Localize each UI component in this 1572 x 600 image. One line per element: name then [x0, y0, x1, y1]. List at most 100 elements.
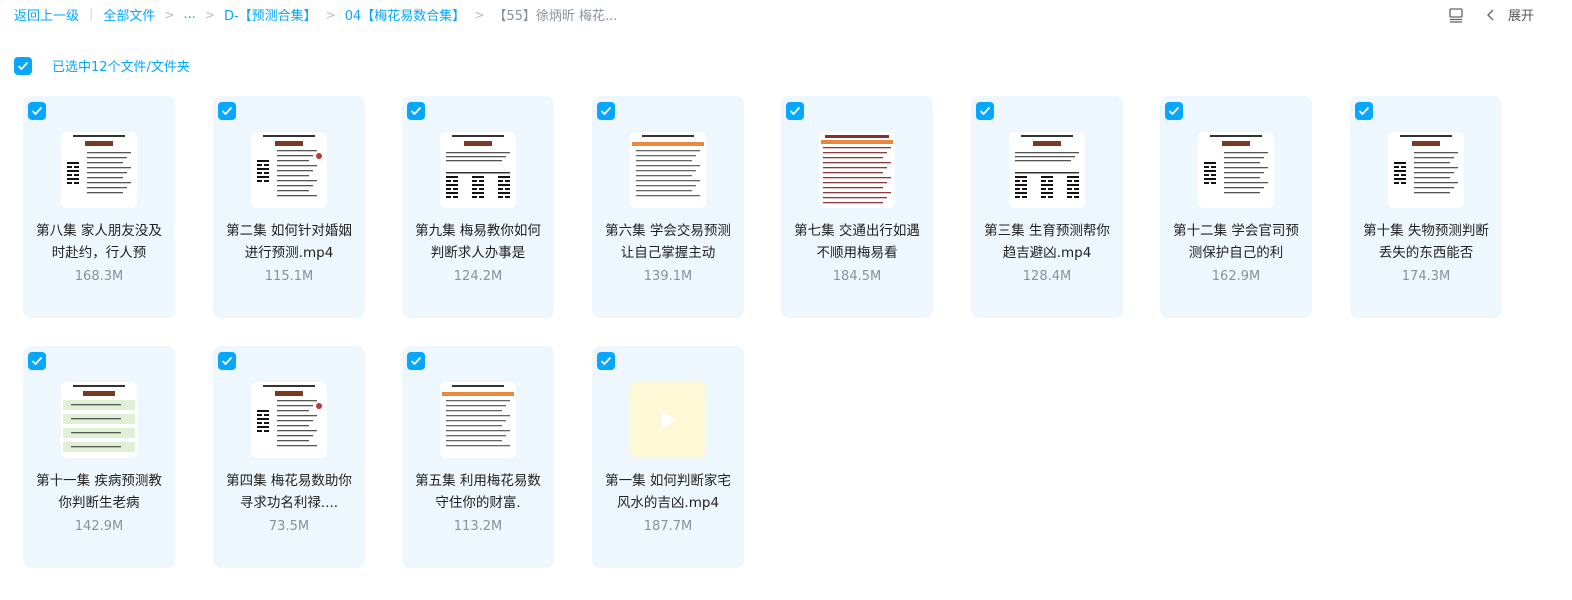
- divider: |: [89, 7, 94, 22]
- check-icon: [979, 106, 991, 116]
- document-preview-icon: [446, 135, 510, 198]
- document-preview-icon: [821, 135, 893, 204]
- file-checkbox[interactable]: [218, 352, 236, 370]
- file-card[interactable]: 第七集 交通出行如遇不顺用梅易看 184.5M: [781, 96, 933, 318]
- file-name: 第三集 生育预测帮你趋吉避凶.mp4: [984, 223, 1110, 261]
- file-thumbnail: [251, 132, 327, 208]
- file-checkbox[interactable]: [218, 102, 236, 120]
- file-checkbox[interactable]: [786, 102, 804, 120]
- file-thumbnail: [61, 382, 137, 458]
- select-all-checkbox[interactable]: [14, 56, 32, 75]
- document-preview-icon: [1204, 135, 1268, 194]
- breadcrumb: 返回上一级 | 全部文件 > ... > D-【预测合集】 > 04【梅花易数合…: [14, 5, 617, 24]
- document-preview-icon: [1015, 135, 1079, 198]
- check-icon: [1168, 106, 1180, 116]
- expand-label: 展开: [1507, 9, 1534, 24]
- file-thumbnail: [819, 132, 895, 208]
- chevron-left-icon: [1486, 9, 1494, 20]
- file-card[interactable]: 第十集 失物预测判断丢失的东西能否 174.3M: [1350, 96, 1502, 318]
- check-icon: [1358, 106, 1370, 116]
- view-toggle-icon[interactable]: [1448, 7, 1464, 23]
- file-name: 第十二集 学会官司预测保护自己的利: [1173, 223, 1299, 261]
- file-thumbnail: [440, 382, 516, 458]
- file-checkbox[interactable]: [976, 102, 994, 120]
- file-checkbox[interactable]: [597, 102, 615, 120]
- breadcrumb-folder-predict[interactable]: D-【预测合集】: [224, 5, 317, 24]
- file-size: 174.3M: [1401, 269, 1451, 284]
- chevron-right-icon: >: [204, 7, 215, 22]
- file-card[interactable]: 第一集 如何判断家宅风水的吉凶.mp4 187.7M: [592, 346, 744, 568]
- file-thumbnail: [1198, 132, 1274, 208]
- file-size: 187.7M: [643, 519, 693, 534]
- file-thumbnail: [1009, 132, 1085, 208]
- file-checkbox[interactable]: [1165, 102, 1183, 120]
- file-checkbox[interactable]: [28, 102, 46, 120]
- chevron-right-icon: >: [325, 7, 336, 22]
- check-icon: [31, 106, 43, 116]
- check-icon: [789, 106, 801, 116]
- chevron-right-icon: >: [164, 7, 175, 22]
- file-thumbnail: [251, 382, 327, 458]
- file-size: 162.9M: [1211, 269, 1261, 284]
- file-size: 168.3M: [74, 269, 124, 284]
- file-card[interactable]: 第五集 利用梅花易数守住你的财富. 113.2M: [402, 346, 554, 568]
- video-thumbnail: [630, 382, 706, 458]
- check-icon: [600, 106, 612, 116]
- file-size: 184.5M: [832, 269, 882, 284]
- file-checkbox[interactable]: [407, 352, 425, 370]
- document-preview-icon: [257, 135, 322, 197]
- breadcrumb-folder-meihua[interactable]: 04【梅花易数合集】: [345, 5, 466, 24]
- file-name: 第十一集 疾病预测教你判断生老病: [36, 473, 162, 511]
- file-thumbnail: [1388, 132, 1464, 208]
- file-name: 第四集 梅花易数助你寻求功名利禄....: [226, 473, 352, 511]
- breadcrumb-ellipsis[interactable]: ...: [183, 7, 195, 22]
- file-thumbnail: [61, 132, 137, 208]
- check-icon: [221, 106, 233, 116]
- file-size: 113.2M: [453, 519, 503, 534]
- check-icon: [410, 356, 422, 366]
- file-name: 第九集 梅易教你如何判断求人办事是: [415, 223, 541, 261]
- file-card[interactable]: 第四集 梅花易数助你寻求功名利禄.... 73.5M: [213, 346, 365, 568]
- top-bar: 返回上一级 | 全部文件 > ... > D-【预测合集】 > 04【梅花易数合…: [0, 0, 1572, 30]
- top-right-tools: 展开: [1448, 5, 1534, 24]
- file-name: 第十集 失物预测判断丢失的东西能否: [1363, 223, 1489, 261]
- file-checkbox[interactable]: [1355, 102, 1373, 120]
- play-icon: [662, 412, 676, 428]
- file-checkbox[interactable]: [597, 352, 615, 370]
- file-name: 第七集 交通出行如遇不顺用梅易看: [794, 223, 920, 261]
- file-size: 115.1M: [264, 269, 314, 284]
- check-icon: [31, 356, 43, 366]
- selection-bar: 已选中12个文件/文件夹: [14, 56, 190, 75]
- file-checkbox[interactable]: [407, 102, 425, 120]
- document-preview-icon: [632, 135, 704, 197]
- file-card[interactable]: 第三集 生育预测帮你趋吉避凶.mp4 128.4M: [971, 96, 1123, 318]
- breadcrumb-all-files[interactable]: 全部文件: [103, 5, 155, 24]
- file-name: 第八集 家人朋友没及时赴约，行人预: [36, 223, 162, 261]
- document-preview-icon: [257, 385, 322, 447]
- file-name: 第二集 如何针对婚姻进行预测.mp4: [226, 223, 352, 261]
- file-card[interactable]: 第十一集 疾病预测教你判断生老病 142.9M: [23, 346, 175, 568]
- file-checkbox[interactable]: [28, 352, 46, 370]
- file-card[interactable]: 第八集 家人朋友没及时赴约，行人预 168.3M: [23, 96, 175, 318]
- back-link[interactable]: 返回上一级: [14, 5, 79, 24]
- document-preview-icon: [67, 135, 131, 194]
- check-icon: [17, 61, 29, 70]
- check-icon: [600, 356, 612, 366]
- expand-button[interactable]: 展开: [1486, 5, 1534, 24]
- breadcrumb-current: 【55】徐炳昕 梅花...: [493, 9, 618, 24]
- file-name: 第一集 如何判断家宅风水的吉凶.mp4: [605, 473, 731, 511]
- file-card[interactable]: 第六集 学会交易预测让自己掌握主动 139.1M: [592, 96, 744, 318]
- check-icon: [410, 106, 422, 116]
- file-thumbnail: [440, 132, 516, 208]
- file-thumbnail: [630, 132, 706, 208]
- file-size: 124.2M: [453, 269, 503, 284]
- file-name: 第六集 学会交易预测让自己掌握主动: [605, 223, 731, 261]
- file-size: 128.4M: [1022, 269, 1072, 284]
- document-preview-icon: [442, 385, 514, 447]
- file-size: 142.9M: [74, 519, 124, 534]
- check-icon: [221, 356, 233, 366]
- file-card[interactable]: 第十二集 学会官司预测保护自己的利 162.9M: [1160, 96, 1312, 318]
- file-card[interactable]: 第九集 梅易教你如何判断求人办事是 124.2M: [402, 96, 554, 318]
- document-preview-icon: [1394, 135, 1458, 194]
- file-card[interactable]: 第二集 如何针对婚姻进行预测.mp4 115.1M: [213, 96, 365, 318]
